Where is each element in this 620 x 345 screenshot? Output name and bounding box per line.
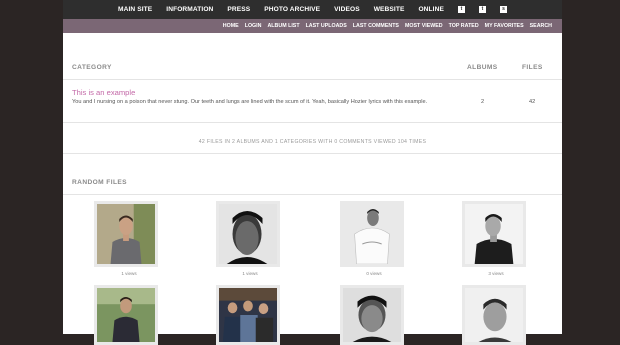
category-header: CATEGORY <box>72 64 112 71</box>
nav-website[interactable]: WEBSITE <box>367 6 412 13</box>
subnav-album-list[interactable]: ALBUM LIST <box>267 23 299 29</box>
random-files-heading: RANDOM FILES <box>72 179 127 186</box>
photo-thumbnail[interactable] <box>216 201 280 267</box>
nav-main-site[interactable]: MAIN SITE <box>111 6 159 13</box>
photo-thumbnail[interactable] <box>340 201 404 267</box>
subnav-my-favorites[interactable]: MY FAVORITES <box>485 23 524 29</box>
rss-icon[interactable]: s <box>499 6 507 13</box>
man-in-suit-photo <box>97 204 155 264</box>
divider <box>63 153 562 154</box>
nav-press[interactable]: PRESS <box>220 6 257 13</box>
photo-thumbnail[interactable] <box>340 285 404 345</box>
subnav-last-uploads[interactable]: LAST UPLOADS <box>306 23 347 29</box>
subnav-top-rated[interactable]: TOP RATED <box>449 23 479 29</box>
gallery-navigation: HOME LOGIN ALBUM LIST LAST UPLOADS LAST … <box>63 19 562 33</box>
divider <box>63 194 562 195</box>
bw-portrait-photo <box>219 204 277 264</box>
main-navigation: MAIN SITE INFORMATION PRESS PHOTO ARCHIV… <box>63 0 562 19</box>
view-count: 1 views <box>242 271 258 276</box>
divider <box>63 79 562 80</box>
photo-thumbnail[interactable] <box>216 285 280 345</box>
subnav-home[interactable]: HOME <box>223 23 239 29</box>
category-link[interactable]: This is an example <box>72 88 135 97</box>
category-description: You and I nursing on a poison that never… <box>72 99 428 105</box>
files-header: FILES <box>522 64 543 71</box>
white-shirt-photo <box>343 204 401 264</box>
photo-thumbnail[interactable] <box>94 201 158 267</box>
twitter-icon[interactable]: t <box>457 6 465 13</box>
subnav-most-viewed[interactable]: MOST VIEWED <box>405 23 443 29</box>
subnav-last-comments[interactable]: LAST COMMENTS <box>353 23 399 29</box>
photo-thumbnail[interactable] <box>94 285 158 345</box>
dark-jacket-photo <box>465 204 523 264</box>
view-count: 1 views <box>121 271 137 276</box>
nav-videos[interactable]: VIDEOS <box>327 6 367 13</box>
subnav-login[interactable]: LOGIN <box>245 23 262 29</box>
albums-header: ALBUMS <box>467 64 498 71</box>
view-count: 0 views <box>366 271 382 276</box>
subnav-search[interactable]: SEARCH <box>530 23 552 29</box>
tumblr-icon[interactable]: t <box>478 6 486 13</box>
file-count: 42 <box>529 99 536 105</box>
nav-online[interactable]: ONLINE <box>411 6 451 13</box>
album-count: 2 <box>481 99 485 105</box>
divider <box>63 122 562 123</box>
nav-photo-archive[interactable]: PHOTO ARCHIVE <box>257 6 327 13</box>
photo-thumbnail[interactable] <box>462 201 526 267</box>
nav-information[interactable]: INFORMATION <box>159 6 220 13</box>
page-container: MAIN SITE INFORMATION PRESS PHOTO ARCHIV… <box>63 0 562 345</box>
view-count: 3 views <box>488 271 504 276</box>
gallery-stats: 42 FILES IN 2 ALBUMS AND 1 CATEGORIES WI… <box>198 139 427 145</box>
photo-thumbnail[interactable] <box>462 285 526 345</box>
